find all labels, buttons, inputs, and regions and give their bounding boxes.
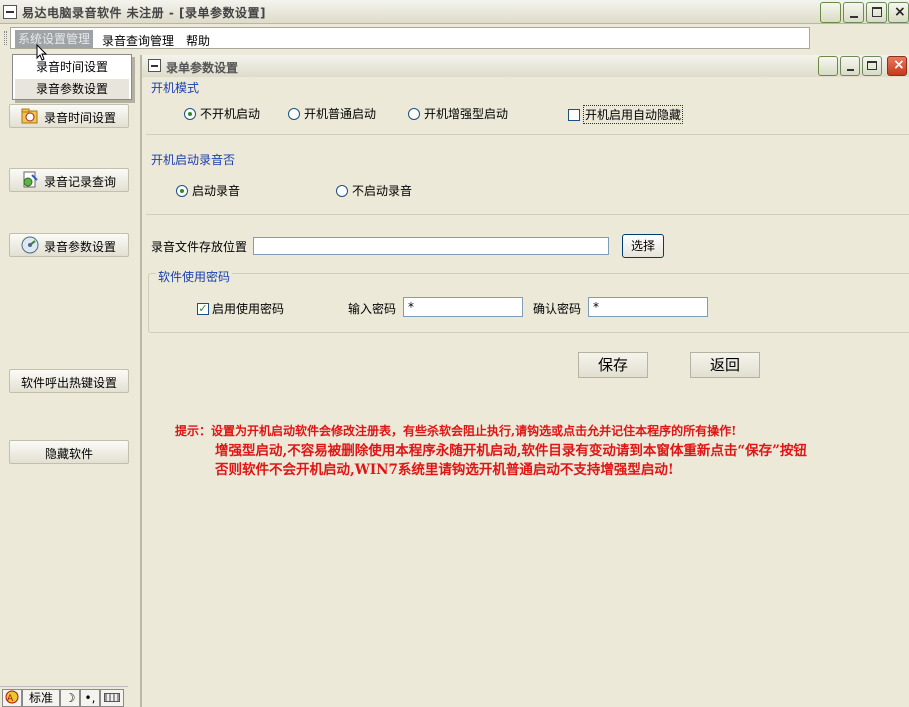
child-restore-small-button[interactable] — [818, 56, 838, 76]
ime-status-bar: A 标准 ☽ •, — [0, 686, 128, 707]
menu-help[interactable]: 帮助 — [183, 32, 213, 49]
main-title-bar: 易达电脑录音软件 未注册 - [录单参数设置] × — [0, 0, 909, 24]
mouse-cursor-icon — [36, 44, 48, 61]
tip-line-1: 提示：设置为开机启动软件会修改注册表，有些杀软会阻止执行,请钩选或点击允并记住本… — [175, 424, 737, 438]
radio-enhanced-boot[interactable]: 开机增强型启动 — [408, 105, 508, 122]
dropdown-item-record-params[interactable]: 录音参数设置 — [15, 79, 129, 99]
sidebar-button-record-params[interactable]: 录音参数设置 — [9, 233, 129, 257]
radio-no-recording[interactable]: 不启动录音 — [336, 182, 412, 199]
menu-bar: 系统设置管理 录音查询管理 帮助 — [0, 25, 909, 51]
child-window-icon — [148, 59, 161, 72]
svg-text:A: A — [7, 694, 14, 704]
boot-mode-group-label: 开机模式 — [151, 81, 200, 95]
menu-record-query[interactable]: 录音查询管理 — [99, 32, 177, 49]
maximize-button[interactable] — [866, 2, 887, 23]
checkbox-indicator — [568, 108, 580, 121]
moon-icon[interactable]: ☽ — [60, 689, 80, 707]
clock-folder-icon — [21, 108, 38, 124]
minimize-button[interactable] — [843, 2, 864, 23]
confirm-password-input[interactable] — [588, 297, 708, 317]
radio-indicator — [336, 184, 348, 197]
sidebar-label: 隐藏软件 — [44, 447, 93, 461]
window-title: 易达电脑录音软件 未注册 - [录单参数设置] — [22, 6, 266, 20]
menu-system-settings[interactable]: 系统设置管理 — [15, 30, 94, 48]
maximize-icon — [867, 61, 877, 70]
radio-start-recording[interactable]: 启动录音 — [176, 182, 240, 199]
sidebar-button-record-query[interactable]: 录音记录查询 — [9, 168, 129, 192]
ime-mode-label[interactable]: 标准 — [22, 689, 60, 707]
close-icon: × — [894, 4, 906, 20]
record-params-window: 录单参数设置 × 开机模式 不开机启动 开机普通启动 开机增强型启动 开机启用自… — [140, 55, 909, 707]
radio-no-boot[interactable]: 不开机启动 — [184, 105, 260, 122]
storage-path-input[interactable] — [253, 237, 609, 255]
child-window-title: 录单参数设置 — [166, 61, 239, 75]
checkbox-indicator: ✓ — [197, 301, 209, 315]
password-input-label: 输入密码 — [348, 302, 397, 316]
sidebar-button-record-time[interactable]: 录音时间设置 — [9, 104, 129, 128]
radio-indicator — [184, 107, 196, 120]
radio-label: 不开机启动 — [200, 107, 261, 121]
radio-normal-boot[interactable]: 开机普通启动 — [288, 105, 376, 122]
storage-path-label: 录音文件存放位置 — [151, 240, 248, 254]
browse-button[interactable]: 选择 — [622, 234, 664, 258]
gauge-settings-icon — [21, 236, 39, 254]
sidebar-label: 软件呼出热键设置 — [20, 376, 117, 390]
group-divider — [146, 214, 909, 215]
punctuation-icon[interactable]: •, — [80, 689, 100, 707]
radio-indicator — [176, 184, 188, 197]
checkbox-label: 启用使用密码 — [212, 302, 285, 316]
minimize-icon — [850, 16, 858, 18]
dropdown-item-record-time[interactable]: 录音时间设置 — [15, 57, 129, 77]
child-close-button[interactable]: × — [887, 56, 907, 76]
checkbox-auto-hide[interactable]: 开机启用自动隐藏 — [568, 105, 684, 124]
sidebar-label: 录音记录查询 — [44, 175, 117, 189]
restore-small-button[interactable] — [820, 2, 841, 23]
password-group-label: 软件使用密码 — [156, 268, 233, 285]
keyboard-icon[interactable] — [100, 689, 124, 707]
radio-label: 不启动录音 — [352, 184, 413, 198]
password-input[interactable] — [403, 297, 523, 317]
app-icon — [3, 5, 17, 19]
checkbox-label: 开机启用自动隐藏 — [583, 105, 684, 124]
tip-line-2: 增强型启动,不容易被删除使用本程序永随开机启动,软件目录有变动请到本窗体重新点击… — [215, 443, 807, 459]
sidebar-button-hotkey[interactable]: 软件呼出热键设置 — [9, 369, 129, 393]
ime-logo-icon[interactable]: A — [2, 689, 22, 707]
radio-label: 开机增强型启动 — [424, 107, 509, 121]
sidebar-button-hide-software[interactable]: 隐藏软件 — [9, 440, 129, 464]
close-icon: × — [893, 57, 905, 73]
radio-indicator — [288, 107, 300, 120]
document-search-icon — [23, 171, 38, 188]
save-button[interactable]: 保存 — [578, 352, 648, 378]
minimize-icon — [847, 69, 854, 71]
child-title-bar: 录单参数设置 × — [142, 55, 909, 77]
left-sidebar: 录音时间设置 录音记录查询 录音参数设置 软件呼出热键设置 隐藏软件 — [0, 52, 139, 684]
confirm-password-label: 确认密码 — [533, 302, 582, 316]
radio-indicator — [408, 107, 420, 120]
system-settings-dropdown: 录音时间设置 录音参数设置 — [12, 54, 132, 100]
child-minimize-button[interactable] — [840, 56, 860, 76]
tip-line-3: 否则软件不会开机启动,WIN7系统里请钩选开机普通启动不支持增强型启动! — [215, 462, 674, 478]
maximize-icon — [872, 7, 882, 17]
group-divider — [146, 134, 909, 135]
close-button[interactable]: × — [888, 2, 909, 23]
toolbar-grip[interactable] — [4, 31, 7, 45]
radio-label: 启动录音 — [192, 184, 241, 198]
sidebar-label: 录音参数设置 — [44, 240, 117, 254]
menu-strip: 系统设置管理 录音查询管理 帮助 — [10, 27, 810, 49]
boot-record-group-label: 开机启动录音否 — [151, 153, 236, 167]
child-maximize-button[interactable] — [862, 56, 882, 76]
sidebar-label: 录音时间设置 — [44, 111, 117, 125]
radio-label: 开机普通启动 — [304, 107, 377, 121]
back-button[interactable]: 返回 — [690, 352, 760, 378]
checkbox-enable-password[interactable]: ✓ 启用使用密码 — [197, 300, 284, 317]
